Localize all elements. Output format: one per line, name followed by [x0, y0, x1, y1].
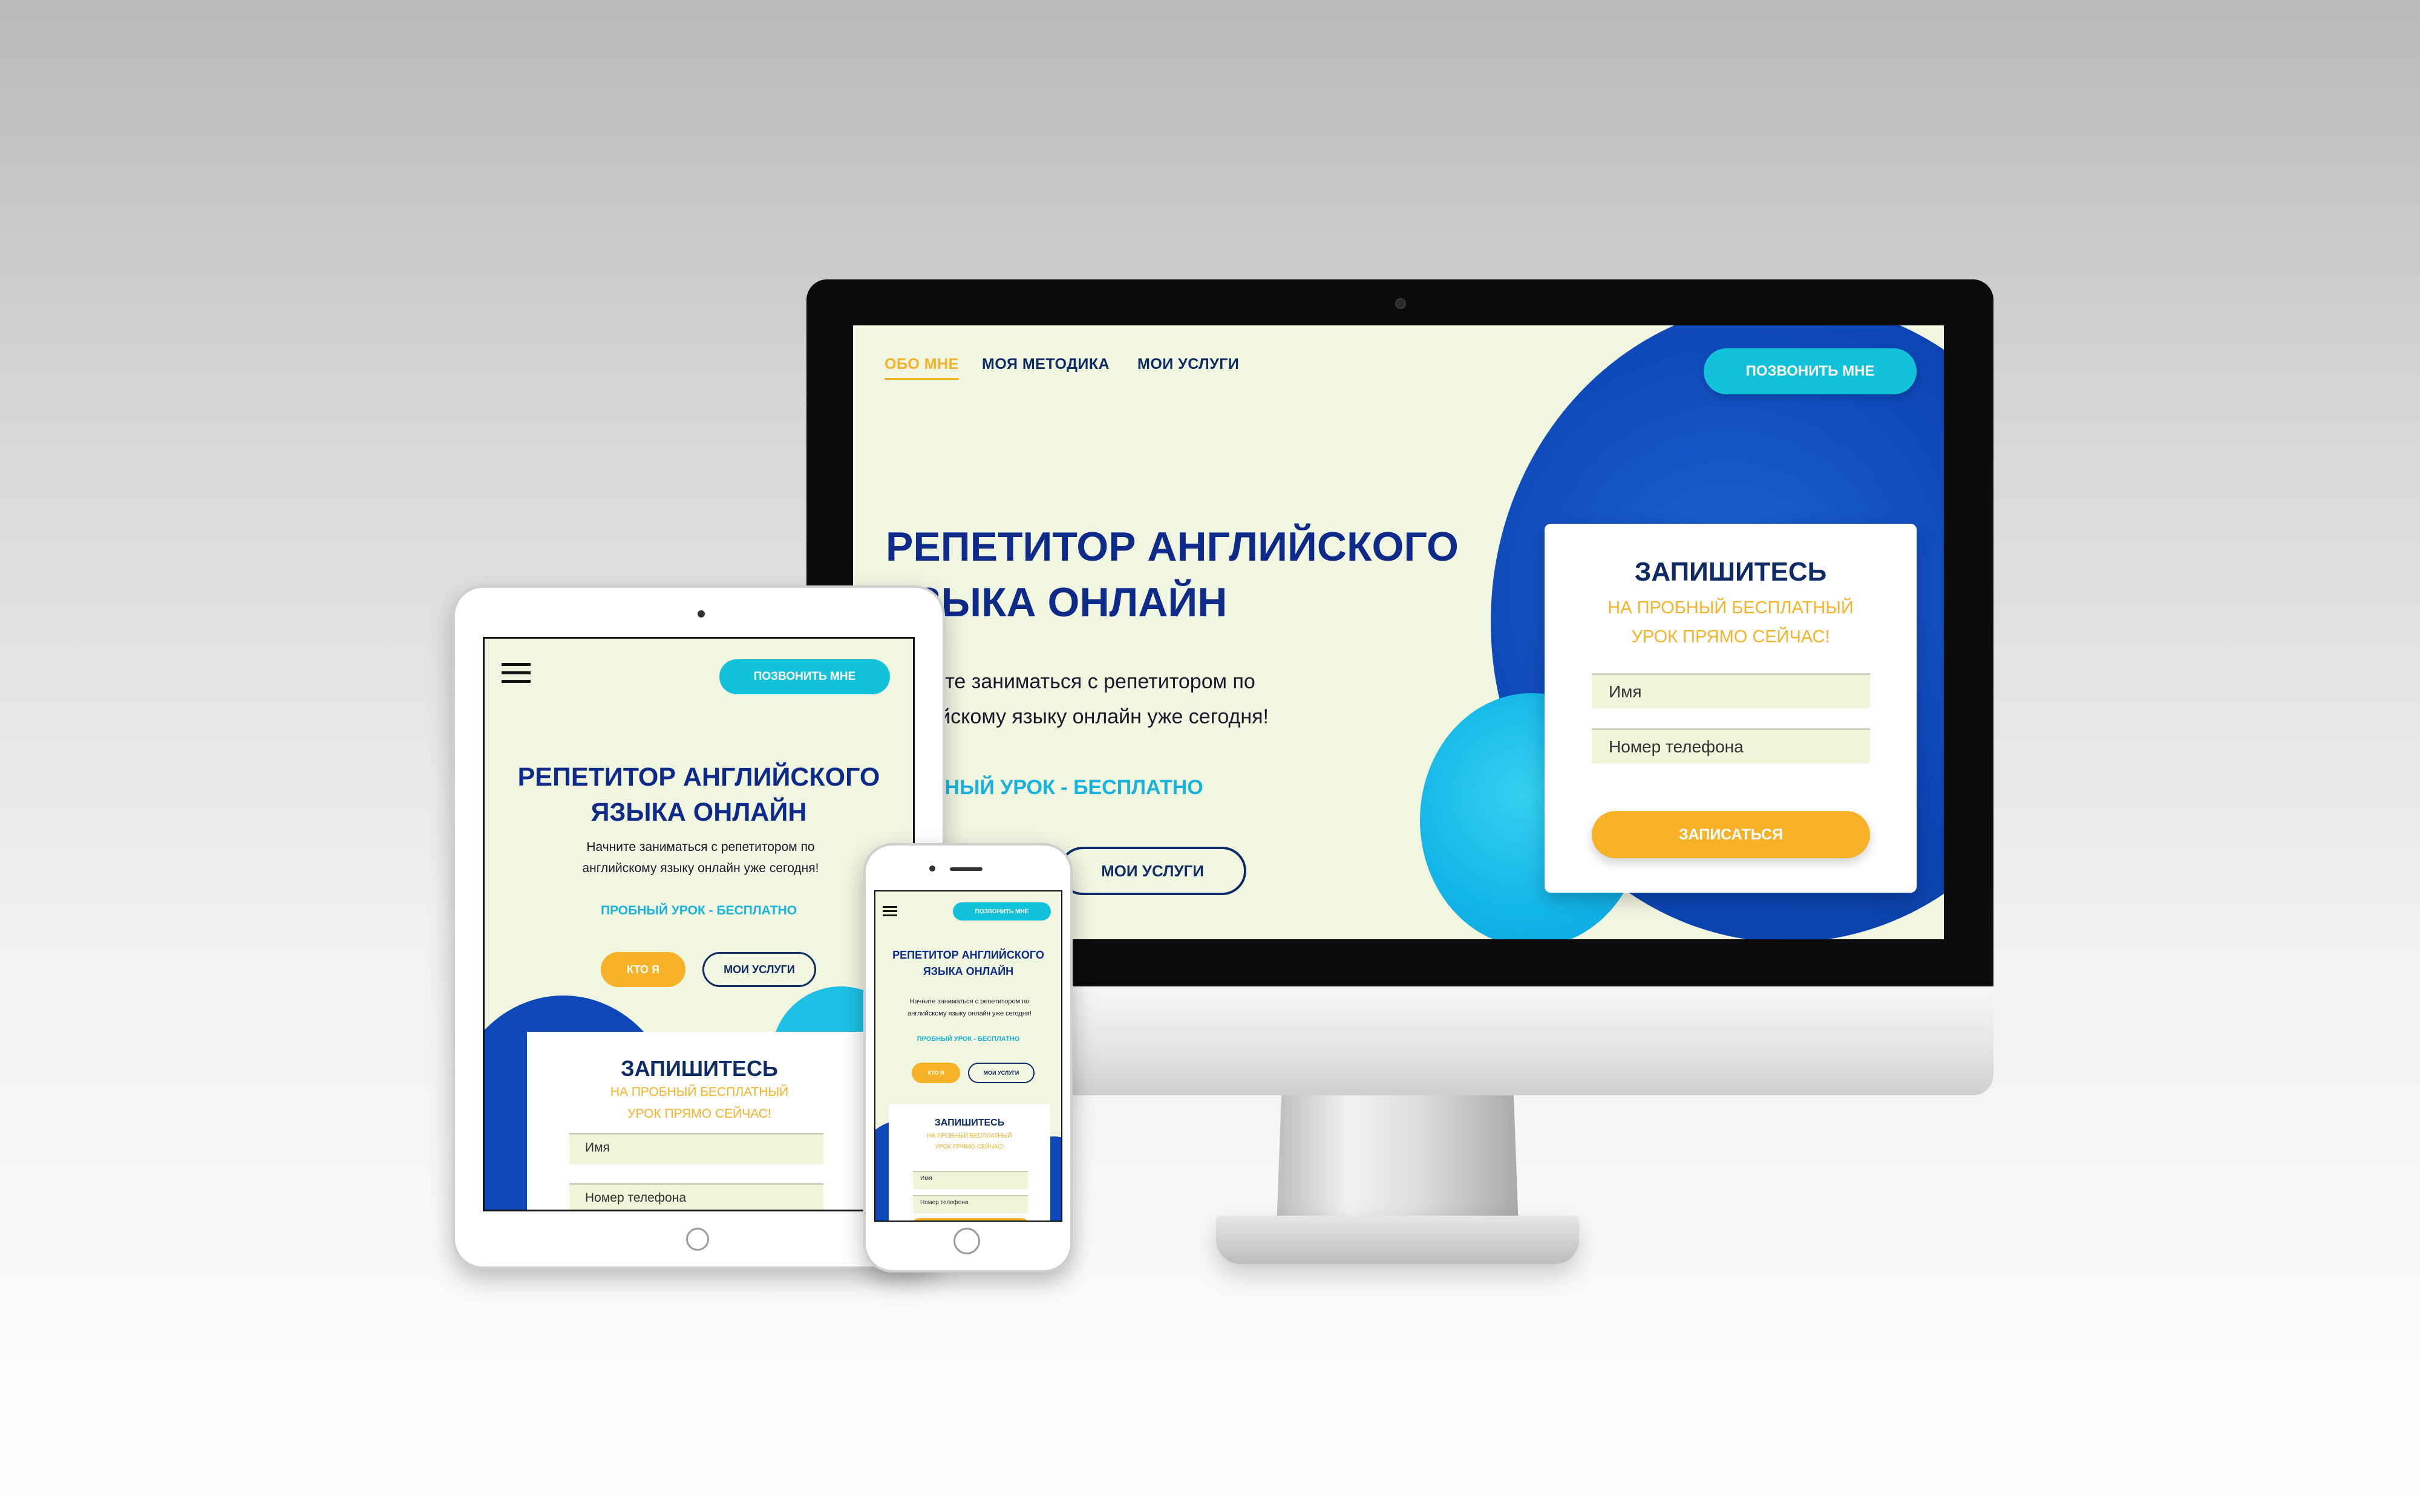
form-title: ЗАПИШИТЕСЬ — [621, 1056, 778, 1081]
form-subtitle-line1: НА ПРОБНЫЙ БЕСПЛАТНЫЙ — [927, 1133, 1012, 1139]
signup-submit-button[interactable]: ЗАПИСАТЬСЯ — [1592, 811, 1870, 858]
hero-title: РЕПЕТИТОР АНГЛИЙСКОГО ЯЗЫКА ОНЛАЙН — [485, 760, 913, 830]
hero-subtitle: Начните заниматься с репетитором по англ… — [886, 664, 1346, 734]
name-input[interactable]: Имя — [1592, 673, 1870, 708]
camera-icon — [698, 610, 705, 618]
hamburger-icon[interactable] — [883, 906, 897, 917]
phone-input[interactable]: Номер телефона — [1592, 728, 1870, 763]
phone-input[interactable]: Номер телефона — [569, 1183, 823, 1210]
hero-subtitle-line1: Начните заниматься с репетитором по — [586, 840, 815, 854]
hero-subtitle-line1: Начните заниматься с репетитором по — [909, 998, 1030, 1005]
name-input[interactable]: Имя — [569, 1133, 823, 1164]
form-subtitle-line2: УРОК ПРЯМО СЕЙЧАС! — [935, 1144, 1004, 1150]
phone-screen: ПОЗВОНИТЬ МНЕ РЕПЕТИТОР АНГЛИЙСКОГО ЯЗЫК… — [874, 890, 1062, 1222]
hero-promo-text: ПРОБНЫЙ УРОК - БЕСПЛАТНО — [600, 904, 797, 917]
call-me-button[interactable]: ПОЗВОНИТЬ МНЕ — [719, 659, 890, 694]
home-button-icon[interactable] — [686, 1228, 709, 1251]
signup-form-card: ЗАПИШИТЕСЬ НА ПРОБНЫЙ БЕСПЛАТНЫЙ УРОК ПР… — [889, 1104, 1050, 1220]
signup-form-card: ЗАПИШИТЕСЬ НА ПРОБНЫЙ БЕСПЛАТНЫЙ УРОК ПР… — [1545, 524, 1917, 893]
form-title: ЗАПИШИТЕСЬ — [934, 1118, 1005, 1128]
signup-form-card: ЗАПИШИТЕСЬ НА ПРОБНЫЙ БЕСПЛАТНЫЙ УРОК ПР… — [527, 1032, 872, 1210]
hero-subtitle-line2: английскому языку онлайн уже сегодня! — [582, 861, 819, 875]
my-services-button[interactable]: МОИ УСЛУГИ — [1059, 847, 1246, 895]
hero-promo-text: ПРОБНЫЙ УРОК - БЕСПЛАТНО — [917, 1035, 1020, 1043]
hero-title-line1: РЕПЕТИТОР АНГЛИЙСКОГО — [517, 763, 880, 792]
form-title: ЗАПИШИТЕСЬ — [1634, 557, 1827, 587]
hero-subtitle: Начните заниматься с репетитором по англ… — [533, 836, 868, 879]
hero-subtitle-line2: английскому языку онлайн уже сегодня! — [886, 705, 1269, 728]
desktop-monitor-base — [1216, 1216, 1579, 1264]
form-subtitle-line2: УРОК ПРЯМО СЕЙЧАС! — [1631, 627, 1830, 647]
who-am-i-button[interactable]: КТО Я — [601, 952, 685, 987]
who-am-i-button[interactable]: КТО Я — [912, 1063, 960, 1083]
my-services-button[interactable]: МОИ УСЛУГИ — [702, 952, 816, 987]
hamburger-icon[interactable] — [502, 663, 531, 685]
form-subtitle-line1: НА ПРОБНЫЙ БЕСПЛАТНЫЙ — [610, 1085, 789, 1099]
hero-subtitle-line1: Начните заниматься с репетитором по — [886, 670, 1255, 693]
name-input[interactable]: Имя — [913, 1171, 1028, 1189]
form-subtitle: НА ПРОБНЫЙ БЕСПЛАТНЫЙ УРОК ПРЯМО СЕЙЧАС! — [563, 1081, 836, 1125]
hero-title-line1: РЕПЕТИТОР АНГЛИЙСКОГО — [892, 949, 1044, 961]
signup-submit-button[interactable] — [913, 1218, 1028, 1220]
nav-item-about[interactable]: ОБО МНЕ — [885, 356, 959, 380]
call-me-button[interactable]: ПОЗВОНИТЬ МНЕ — [953, 902, 1051, 921]
hero-subtitle-line2: английскому языку онлайн уже сегодня! — [908, 1010, 1032, 1017]
home-button-icon[interactable] — [953, 1228, 980, 1254]
form-subtitle-line2: УРОК ПРЯМО СЕЙЧАС! — [627, 1107, 771, 1121]
nav-item-method[interactable]: МОЯ МЕТОДИКА — [982, 356, 1110, 373]
camera-icon — [1395, 298, 1406, 309]
hero-title-line2: ЯЗЫКА ОНЛАЙН — [590, 798, 807, 827]
hero-title: РЕПЕТИТОР АНГЛИЙСКОГО ЯЗЫКА ОНЛАЙН — [886, 519, 1491, 630]
form-subtitle: НА ПРОБНЫЙ БЕСПЛАТНЫЙ УРОК ПРЯМО СЕЙЧАС! — [1581, 593, 1880, 651]
camera-icon — [929, 865, 935, 872]
nav-item-services[interactable]: МОИ УСЛУГИ — [1137, 356, 1239, 373]
desktop-monitor-stand — [1277, 1095, 1519, 1228]
hero-title-line1: РЕПЕТИТОР АНГЛИЙСКОГО — [886, 524, 1459, 570]
hero-title-line2: ЯЗЫКА ОНЛАЙН — [923, 965, 1014, 977]
tablet-screen: ПОЗВОНИТЬ МНЕ РЕПЕТИТОР АНГЛИЙСКОГО ЯЗЫК… — [483, 637, 915, 1211]
call-me-button[interactable]: ПОЗВОНИТЬ МНЕ — [1704, 348, 1917, 394]
my-services-button[interactable]: МОИ УСЛУГИ — [968, 1063, 1035, 1083]
form-subtitle: НА ПРОБНЫЙ БЕСПЛАТНЫЙ УРОК ПРЯМО СЕЙЧАС! — [907, 1131, 1032, 1153]
hero-title-line2: ЯЗЫКА ОНЛАЙН — [886, 579, 1228, 625]
phone-input[interactable]: Номер телефона — [913, 1195, 1028, 1213]
form-subtitle-line1: НА ПРОБНЫЙ БЕСПЛАТНЫЙ — [1607, 598, 1854, 618]
phone-speaker — [950, 867, 983, 871]
hero-title: РЕПЕТИТОР АНГЛИЙСКОГО ЯЗЫКА ОНЛАЙН — [875, 947, 1061, 980]
hero-subtitle: Начните заниматься с репетитором по англ… — [889, 996, 1050, 1020]
